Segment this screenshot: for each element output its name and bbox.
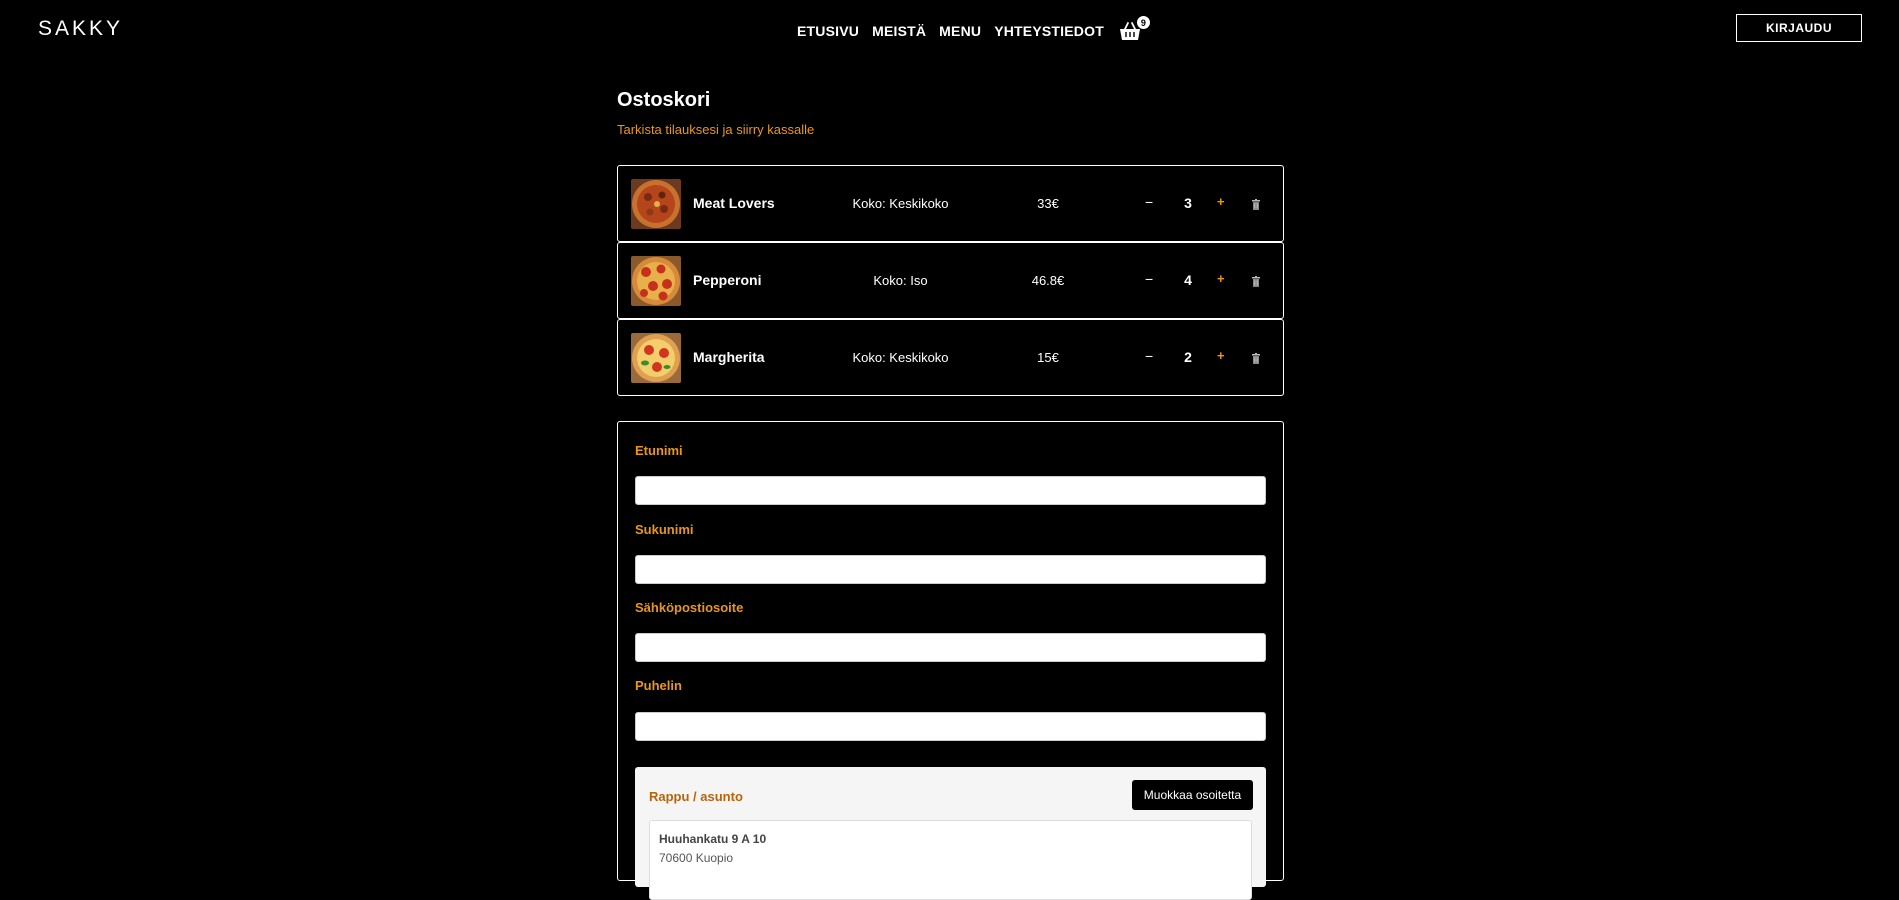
cart-item: Meat Lovers Koko: Keskikoko 33€ − 3 + [617,165,1284,242]
checkout-form: Etunimi Sukunimi Sähköpostiosoite Puheli… [617,421,1284,900]
item-size: Koko: Keskikoko [852,350,949,365]
quantity-value: 2 [1184,349,1192,365]
pizza-image [631,333,681,383]
page-title: Ostoskori [617,89,711,111]
cart-item: Pepperoni Koko: Iso 46.8€ − 4 + [617,242,1284,319]
cart-button[interactable]: 9 [1119,15,1151,41]
email-input[interactable] [635,633,1266,662]
trash-icon[interactable] [1252,197,1260,215]
nav-link-menu[interactable]: MENU [939,23,981,39]
item-size: Koko: Iso [873,273,928,288]
cart-item: Margherita Koko: Keskikoko 15€ − 2 + [617,319,1284,396]
pizza-image [631,179,681,229]
item-name: Meat Lovers [693,195,775,211]
phone-input[interactable] [635,712,1266,741]
quantity-value: 4 [1184,272,1192,288]
trash-icon[interactable] [1252,351,1260,369]
first-name-input[interactable] [635,476,1266,505]
address-card: Rappu / asunto Muokkaa osoitetta Huuhank… [635,767,1266,900]
item-name: Pepperoni [693,272,762,288]
address-display: Huuhankatu 9 A 10 70600 Kuopio [649,820,1252,900]
login-button[interactable]: KIRJAUDU [1736,14,1862,42]
page-subtitle: Tarkista tilauksesi ja siirry kassalle [617,122,815,137]
last-name-label: Sukunimi [635,522,694,537]
address-city: 70600 Kuopio [659,851,734,865]
item-name: Margherita [693,349,765,365]
email-label: Sähköpostiosoite [635,600,744,615]
nav-link-etusivu[interactable]: ETUSIVU [797,23,859,39]
increase-quantity-button[interactable]: + [1217,271,1225,286]
increase-quantity-button[interactable]: + [1217,194,1225,209]
last-name-input[interactable] [635,555,1266,584]
pizza-image [631,256,681,306]
first-name-label: Etunimi [635,443,683,458]
item-price: 15€ [1037,350,1059,365]
quantity-value: 3 [1184,195,1192,211]
item-price: 46.8€ [1031,273,1065,288]
decrease-quantity-button[interactable]: − [1145,271,1153,287]
increase-quantity-button[interactable]: + [1217,348,1225,363]
trash-icon[interactable] [1252,274,1260,292]
address-street: Huuhankatu 9 A 10 [659,832,767,846]
item-size: Koko: Keskikoko [852,196,949,211]
cart-list: Meat Lovers Koko: Keskikoko 33€ − 3 + Pe… [617,165,1284,396]
site-logo[interactable]: SAKKY [38,17,123,41]
item-price: 33€ [1037,196,1059,211]
cart-count-badge: 9 [1135,15,1151,30]
phone-label: Puhelin [635,678,682,693]
edit-address-button[interactable]: Muokkaa osoitetta [1132,780,1253,810]
nav-link-yhteystiedot[interactable]: YHTEYSTIEDOT [994,23,1104,39]
main-nav: ETUSIVU MEISTÄ MENU YHTEYSTIEDOT 9 [797,15,1151,41]
address-label: Rappu / asunto [649,789,743,804]
nav-link-meista[interactable]: MEISTÄ [872,23,926,39]
decrease-quantity-button[interactable]: − [1145,194,1153,210]
decrease-quantity-button[interactable]: − [1145,348,1153,364]
